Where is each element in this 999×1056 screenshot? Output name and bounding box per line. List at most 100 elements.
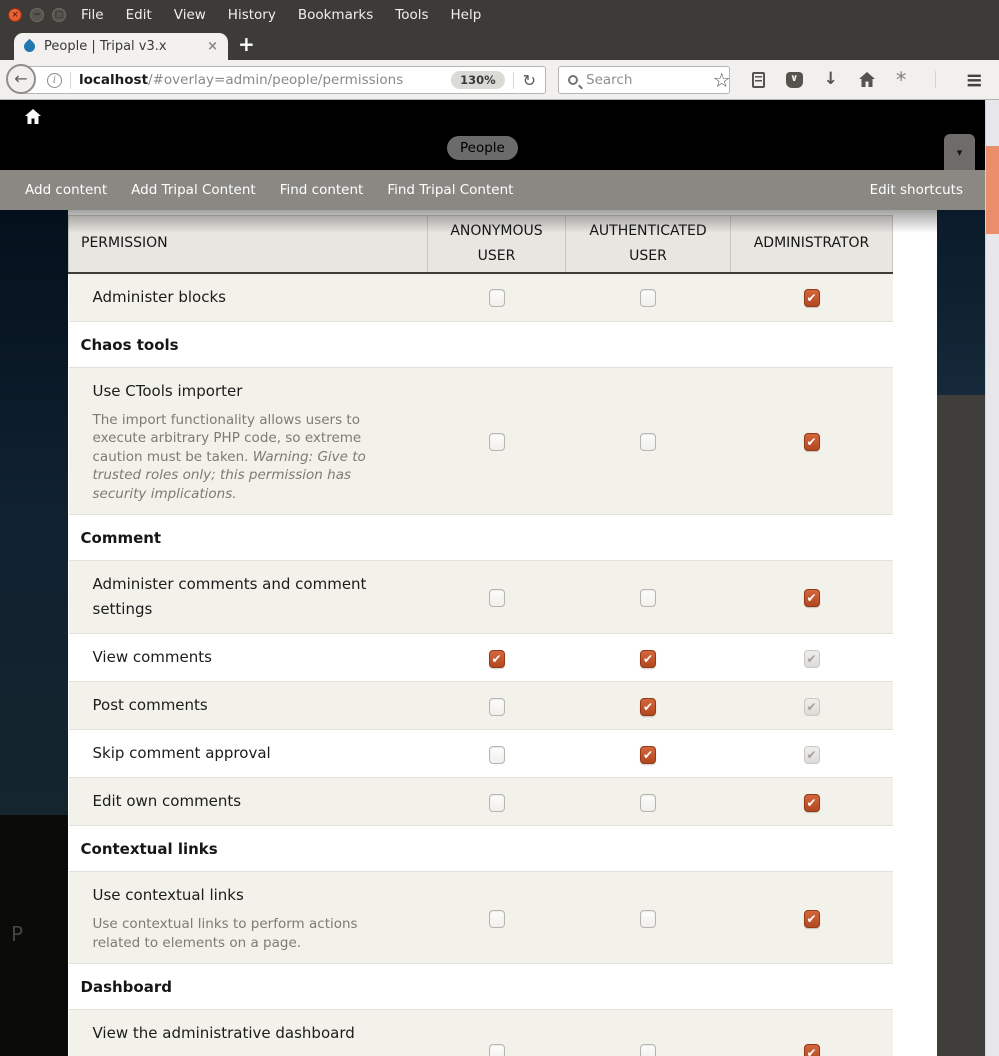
checked-checkbox[interactable]: ✔ — [803, 793, 820, 812]
unchecked-checkbox[interactable]: ✔ — [488, 697, 505, 716]
menubar-item-view[interactable]: View — [174, 7, 206, 23]
checked-checkbox[interactable]: ✔ — [640, 649, 656, 668]
reload-icon[interactable]: ↻ — [523, 71, 536, 90]
search-input[interactable] — [586, 72, 706, 88]
unchecked-checkbox[interactable]: ✔ — [488, 289, 505, 307]
shortcut-find-content[interactable]: Find content — [280, 182, 364, 198]
section-title: Dashboard — [68, 963, 893, 1010]
checkmark-icon: ✔ — [642, 747, 654, 762]
pocket-icon[interactable]: ∨ — [785, 71, 803, 88]
admin-menu-item-tripal[interactable]: Tripal — [290, 140, 326, 156]
unchecked-checkbox[interactable]: ✔ — [640, 589, 656, 607]
clipboard-icon[interactable] — [751, 71, 765, 88]
home-icon[interactable] — [858, 72, 875, 87]
shortcut-add-content[interactable]: Add content — [25, 182, 107, 198]
menubar-item-help[interactable]: Help — [451, 7, 482, 23]
admin-home-icon[interactable] — [25, 109, 41, 124]
shortcut-add-tripal-content[interactable]: Add Tripal Content — [131, 182, 256, 198]
unchecked-checkbox[interactable]: ✔ — [488, 1043, 505, 1056]
admin-menu-item-configuration[interactable]: Configuration — [614, 140, 706, 156]
admin-menu-item-reports[interactable]: Reports — [731, 140, 783, 156]
tab-people-tripal[interactable]: People | Tripal v3.x × — [14, 33, 228, 60]
shortcut-find-tripal-content[interactable]: Find Tripal Content — [387, 182, 513, 198]
menubar-item-tools[interactable]: Tools — [395, 7, 428, 23]
unchecked-checkbox[interactable]: ✔ — [488, 909, 505, 928]
menubar-item-edit[interactable]: Edit — [126, 7, 152, 23]
admin-menu-item-modules[interactable]: Modules — [533, 140, 589, 156]
permission-cell: Post comments — [68, 681, 428, 730]
checked-checkbox[interactable]: ✔ — [640, 745, 656, 764]
edit-shortcuts-link[interactable]: Edit shortcuts — [870, 182, 963, 198]
section-title: Comment — [68, 514, 893, 561]
tab-close-icon[interactable]: × — [207, 39, 218, 54]
extension-icon[interactable]: * — [896, 69, 907, 90]
permission-row-use-contextual-links: Use contextual links Use contextual links… — [68, 871, 893, 964]
unchecked-checkbox[interactable]: ✔ — [640, 289, 656, 307]
checkmark-icon: ✔ — [806, 747, 817, 762]
unchecked-checkbox[interactable]: ✔ — [640, 793, 656, 812]
menubar-item-file[interactable]: File — [81, 7, 104, 23]
admin-menu-item-people[interactable]: People — [446, 136, 518, 160]
admin-menu-item-structure[interactable]: Structure — [202, 140, 265, 156]
permission-cell: View the administrative dashboardCustomi… — [68, 1009, 428, 1056]
downloads-icon[interactable]: ↓ — [824, 71, 838, 88]
dimmed-page-background-left: P — [0, 210, 68, 1056]
checked-checkbox[interactable]: ✔ — [803, 289, 820, 307]
url-host: localhost — [79, 72, 149, 88]
dimmed-page-heading-fragment: P — [11, 922, 24, 946]
unchecked-checkbox[interactable]: ✔ — [488, 432, 505, 451]
window-minimize-icon[interactable]: − — [30, 8, 44, 22]
site-info-icon[interactable]: i — [47, 72, 62, 88]
menu-hamburger-icon[interactable]: ≡ — [965, 68, 983, 92]
tab-bar: People | Tripal v3.x × + — [0, 30, 999, 60]
shortcut-items: Add content Add Tripal Content Find conten… — [25, 182, 513, 198]
checked-checkbox[interactable]: ✔ — [803, 589, 820, 607]
checkbox-cell: ✔ — [730, 729, 893, 778]
window-close-icon[interactable]: × — [8, 8, 22, 22]
unchecked-checkbox[interactable]: ✔ — [640, 909, 656, 928]
logout-link[interactable]: Log out — [860, 111, 911, 127]
checked-checkbox[interactable]: ✔ — [803, 432, 820, 451]
admin-menu-item-appearance[interactable]: Appearance — [351, 140, 432, 156]
unchecked-checkbox[interactable]: ✔ — [488, 589, 505, 607]
dimmed-page-background-right — [937, 210, 985, 1056]
url-path: /#overlay=admin/people/permissions — [148, 72, 404, 88]
menubar-item-bookmarks[interactable]: Bookmarks — [298, 7, 373, 23]
checkbox-cell: ✔ — [565, 681, 731, 730]
column-header-permission: PERMISSION — [68, 215, 428, 274]
unchecked-checkbox[interactable]: ✔ — [488, 745, 505, 764]
unchecked-checkbox[interactable]: ✔ — [640, 432, 656, 451]
column-header-authenticated-user: AUTHENTICATED USER — [565, 215, 731, 274]
permission-row-edit-own-comments: Edit own comments ✔ ✔ ✔ — [68, 777, 893, 826]
menubar-item-history[interactable]: History — [228, 7, 276, 23]
checked-checkbox[interactable]: ✔ — [488, 649, 505, 668]
checkbox-cell: ✔ — [730, 871, 893, 964]
unchecked-checkbox[interactable]: ✔ — [488, 793, 505, 812]
username: administrator — [727, 111, 832, 127]
checked-checkbox[interactable]: ✔ — [640, 697, 656, 716]
toolbar-toggle-button[interactable]: ▾ — [944, 134, 975, 170]
scrollbar-thumb[interactable] — [986, 146, 999, 234]
checkmark-icon: ✔ — [806, 795, 817, 810]
admin-menu-item-help[interactable]: Help — [807, 140, 838, 156]
checkbox-cell: ✔ — [730, 272, 893, 322]
url-bar[interactable]: i localhost /#overlay=admin/people/permi… — [22, 66, 546, 94]
section-title: Contextual links — [68, 825, 893, 872]
checked-checkbox[interactable]: ✔ — [803, 909, 820, 928]
zoom-level-badge[interactable]: 130% — [451, 71, 505, 89]
window-maximize-icon[interactable]: □ — [52, 8, 66, 22]
column-header-anonymous-user: ANONYMOUS USER — [427, 215, 566, 274]
admin-menu-item-content[interactable]: Content — [123, 140, 177, 156]
search-box[interactable] — [558, 66, 730, 94]
disabled-checked-checkbox: ✔ — [803, 745, 820, 764]
permissions-table: PERMISSION ANONYMOUS USER AUTHENTICATED US… — [68, 215, 893, 1056]
checked-checkbox[interactable]: ✔ — [803, 1043, 820, 1056]
permission-row-view-comments: View comments ✔ ✔ ✔ — [68, 633, 893, 682]
back-button[interactable]: ← — [6, 64, 36, 94]
bookmark-star-icon[interactable]: ☆ — [713, 70, 731, 90]
checkbox-cell: ✔ — [730, 1009, 893, 1056]
unchecked-checkbox[interactable]: ✔ — [640, 1043, 656, 1056]
new-tab-button[interactable]: + — [238, 32, 255, 56]
browser-scrollbar[interactable] — [985, 100, 999, 1056]
admin-menu-item-dashboard[interactable]: Dashboard — [25, 140, 98, 156]
